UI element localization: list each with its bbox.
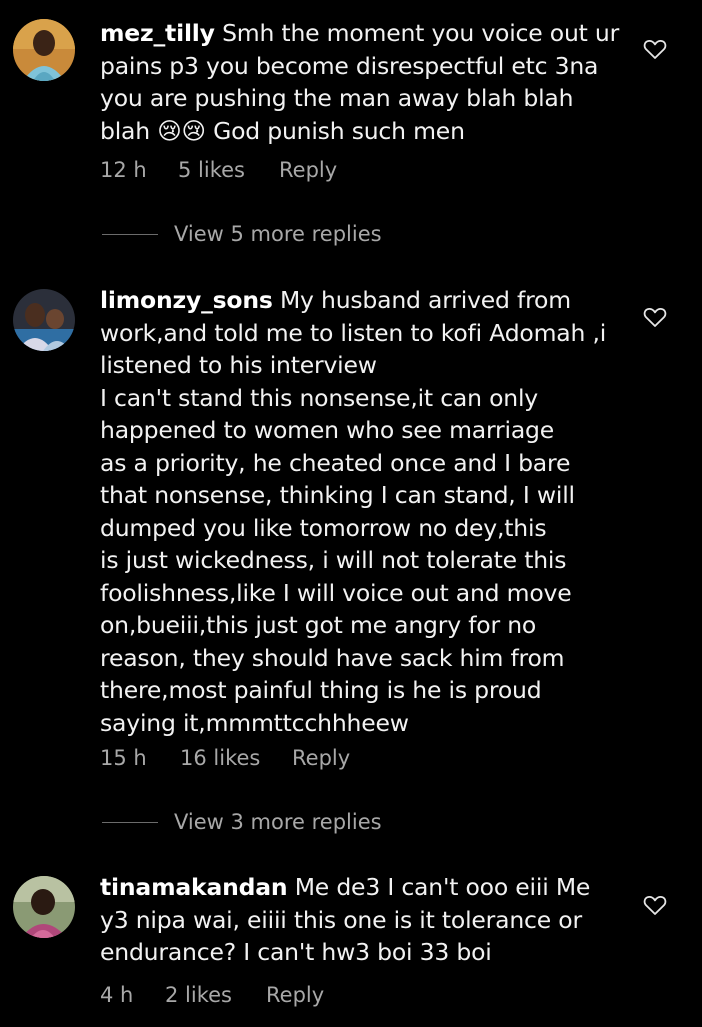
avatar[interactable] <box>13 876 75 938</box>
reply-button[interactable]: Reply <box>279 155 337 185</box>
reply-button[interactable]: Reply <box>292 743 350 773</box>
comment-body: My husband arrived from work,and told me… <box>100 286 607 737</box>
comment-time: 12 h <box>100 158 147 182</box>
comment-username[interactable]: limonzy_sons <box>100 286 273 314</box>
comment-text: mez_tilly Smh the moment you voice out u… <box>100 17 635 147</box>
comment-text: tinamakandan Me de3 I can't ooo eiii Me … <box>100 871 635 969</box>
reply-button[interactable]: Reply <box>266 980 324 1010</box>
comment-time: 4 h <box>100 983 134 1007</box>
view-replies-label[interactable]: View 5 more replies <box>174 219 382 249</box>
comment-likes[interactable]: 16 likes <box>180 743 260 773</box>
view-replies-label[interactable]: View 3 more replies <box>174 807 382 837</box>
comment-username[interactable]: tinamakandan <box>100 873 288 901</box>
avatar[interactable] <box>13 289 75 351</box>
heart-outline-icon[interactable] <box>643 306 667 328</box>
comment-likes[interactable]: 2 likes <box>165 980 232 1010</box>
comment-time: 15 h <box>100 746 147 770</box>
heart-outline-icon[interactable] <box>643 894 667 916</box>
replies-divider <box>102 822 158 823</box>
comment-username[interactable]: mez_tilly <box>100 19 215 47</box>
replies-divider <box>102 234 158 235</box>
comment-text: limonzy_sons My husband arrived from wor… <box>100 284 635 739</box>
avatar[interactable] <box>13 19 75 81</box>
comment-likes[interactable]: 5 likes <box>178 155 245 185</box>
heart-outline-icon[interactable] <box>643 38 667 60</box>
